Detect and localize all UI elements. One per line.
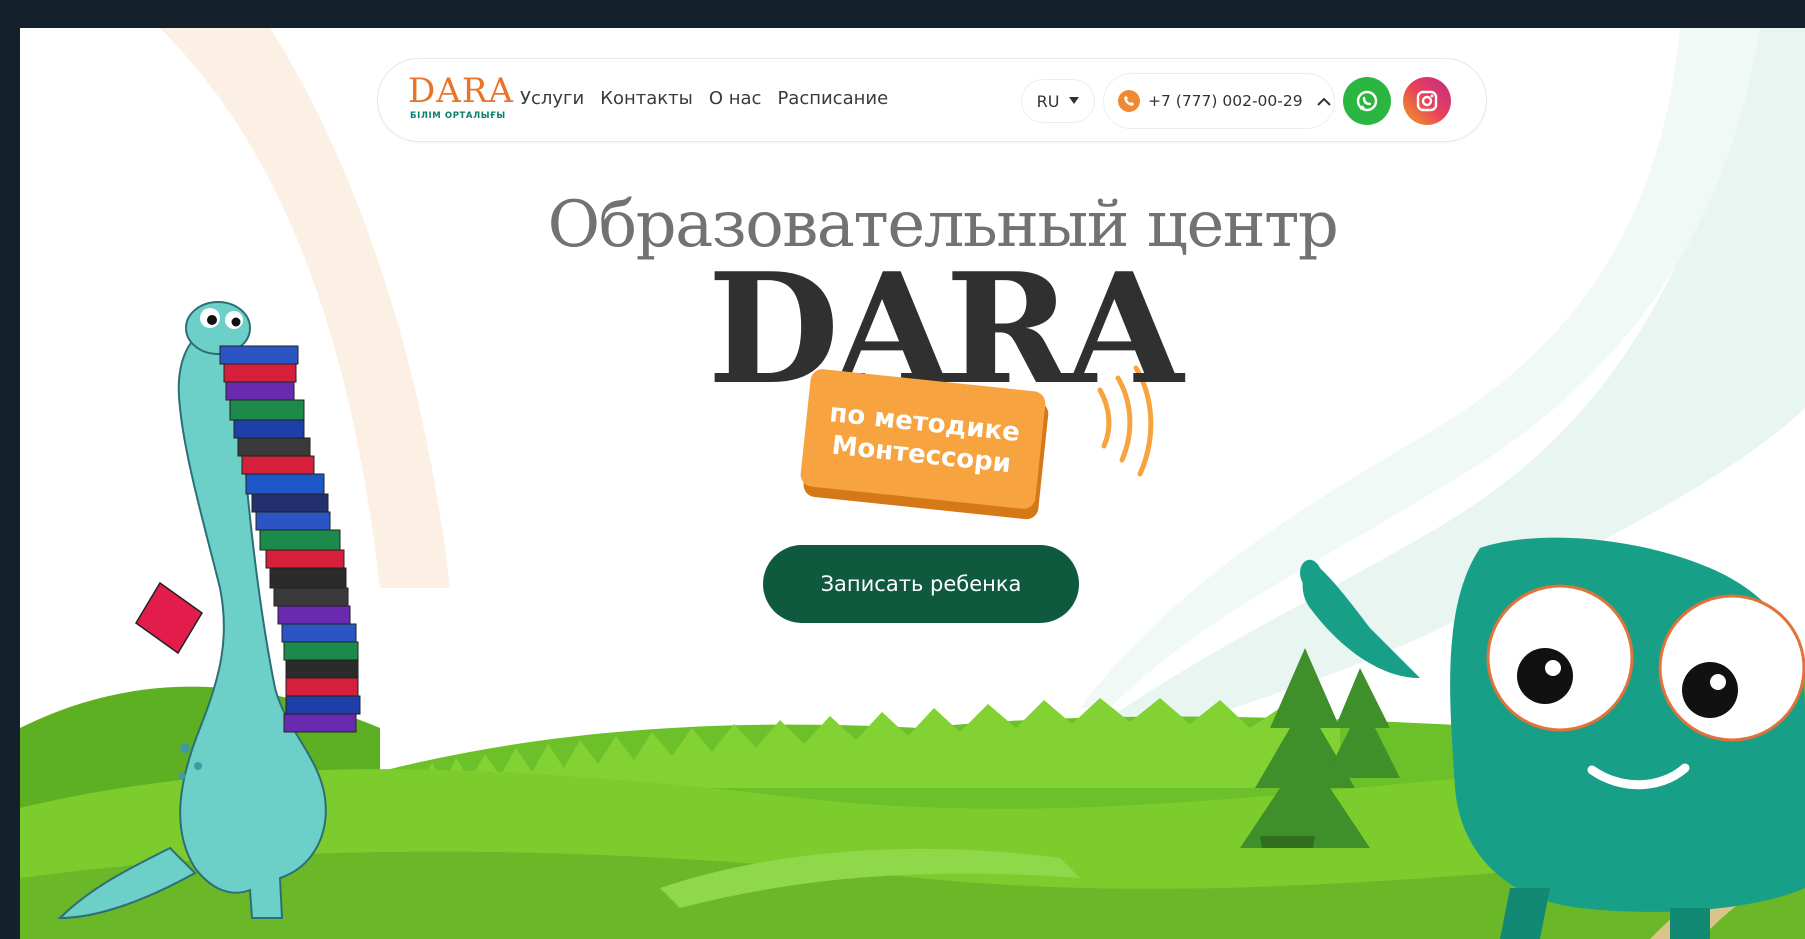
language-value: RU	[1036, 91, 1060, 111]
phone-dropdown[interactable]: +7 (777) 002-00-29	[1103, 73, 1335, 129]
instagram-icon	[1416, 90, 1438, 112]
montessori-badge: по методике Монтессори	[799, 367, 1050, 521]
page-frame: DARA БІЛІМ ОРТАЛЫҒЫ Услуги Контакты О на…	[20, 28, 1805, 939]
chevron-down-icon	[1069, 97, 1080, 104]
nav-link-about[interactable]: О нас	[709, 87, 762, 111]
chevron-up-icon	[1316, 97, 1331, 106]
phone-number: +7 (777) 002-00-29	[1148, 92, 1303, 110]
logo-subtitle: БІЛІМ ОРТАЛЫҒЫ	[410, 111, 506, 121]
main-nav: Услуги Контакты О нас Расписание	[520, 87, 888, 111]
language-selector[interactable]: RU	[1021, 79, 1095, 123]
nav-link-services[interactable]: Услуги	[520, 87, 584, 111]
phone-icon	[1118, 90, 1140, 112]
site-logo[interactable]: DARA БІЛІМ ОРТАЛЫҒЫ	[408, 71, 513, 125]
whatsapp-button[interactable]	[1343, 77, 1391, 125]
whatsapp-icon	[1356, 90, 1378, 112]
logo-wordmark: DARA	[408, 71, 514, 111]
badge-face: по методике Монтессори	[799, 367, 1047, 511]
enroll-child-button[interactable]: Записать ребенка	[763, 545, 1079, 623]
nav-link-contacts[interactable]: Контакты	[600, 87, 693, 111]
instagram-button[interactable]	[1403, 77, 1451, 125]
nav-link-schedule[interactable]: Расписание	[777, 87, 888, 111]
site-header: DARA БІЛІМ ОРТАЛЫҒЫ Услуги Контакты О на…	[377, 58, 1487, 142]
